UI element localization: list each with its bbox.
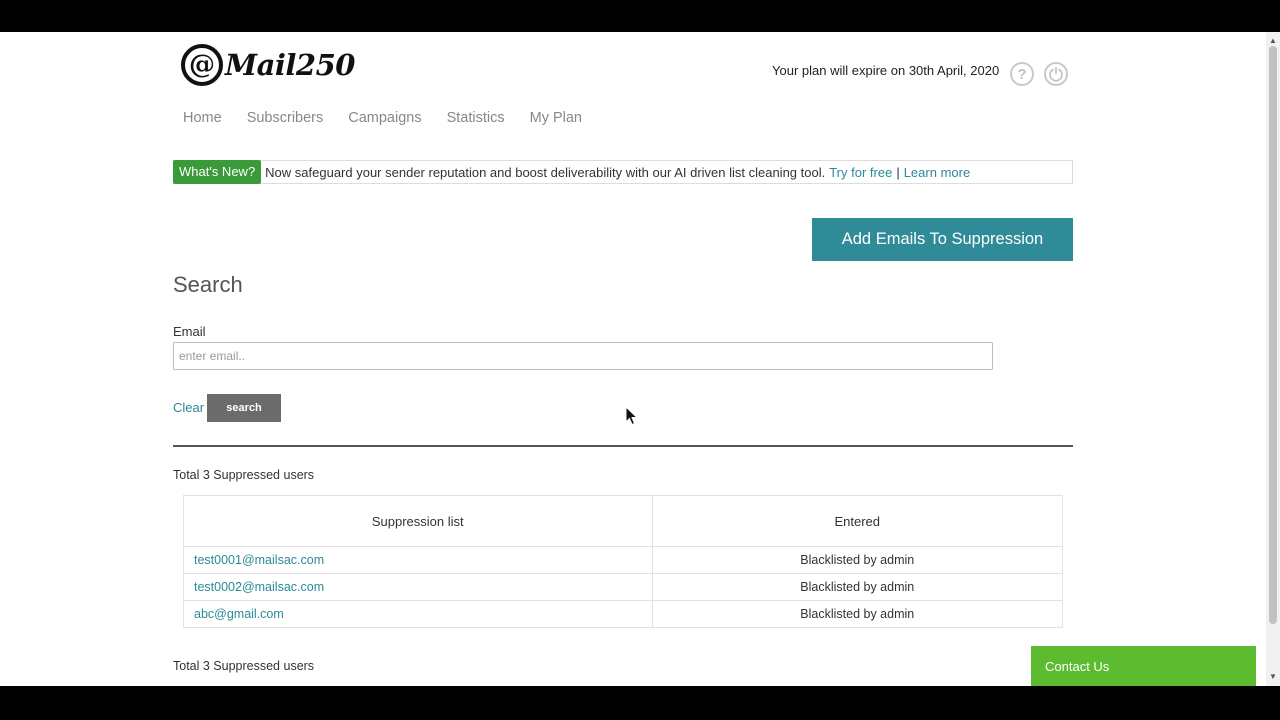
entered-status: Blacklisted by admin [651,600,1064,628]
email-label: Email [173,324,206,339]
total-suppressed-bottom: Total 3 Suppressed users [173,659,315,673]
nav-my-plan[interactable]: My Plan [530,110,582,126]
nav-statistics[interactable]: Statistics [447,110,505,126]
whats-new-badge: What's New? [173,160,262,184]
suppressed-email-link[interactable]: test0001@mailsac.com [183,546,653,574]
mail250-logo[interactable]: @ Mail250 [181,44,355,86]
contact-us-button[interactable]: Contact Us [1031,646,1256,686]
logo-at-symbol: @ [181,44,223,86]
table-row: abc@gmail.com Blacklisted by admin [183,600,1064,628]
entered-status: Blacklisted by admin [651,546,1064,574]
nav-subscribers[interactable]: Subscribers [247,110,324,126]
whats-new-banner: What's New? Now safeguard your sender re… [173,160,1073,184]
col-header-suppression-list[interactable]: Suppression list [183,495,653,547]
main-nav: Home Subscribers Campaigns Statistics My… [183,110,582,126]
help-icon[interactable]: ? [1010,62,1034,86]
add-emails-to-suppression-button[interactable]: Add Emails To Suppression [812,218,1073,261]
total-suppressed-top: Total 3 Suppressed users [173,468,315,482]
news-separator: | [896,164,900,180]
suppressed-email-link[interactable]: test0002@mailsac.com [183,573,653,601]
email-search-input[interactable] [173,342,993,370]
suppressed-email-link[interactable]: abc@gmail.com [183,600,653,628]
scroll-thumb[interactable] [1269,46,1277,624]
browser-viewport: @ Mail250 Your plan will expire on 30th … [0,32,1280,686]
learn-more-link[interactable]: Learn more [904,165,970,180]
nav-campaigns[interactable]: Campaigns [348,110,421,126]
nav-home[interactable]: Home [183,110,222,126]
scroll-down-arrow-icon[interactable]: ▼ [1266,670,1280,684]
table-row: test0002@mailsac.com Blacklisted by admi… [183,573,1064,601]
logo-text: Mail250 [225,48,355,82]
try-for-free-link[interactable]: Try for free [829,165,892,180]
col-header-entered[interactable]: Entered [651,495,1064,547]
power-icon[interactable] [1044,62,1068,86]
plan-expiry-text: Your plan will expire on 30th April, 202… [772,63,1000,78]
whats-new-text: Now safeguard your sender reputation and… [265,164,826,180]
mouse-cursor-icon [625,406,639,426]
clear-link[interactable]: Clear [173,400,204,415]
search-button[interactable]: search [207,394,281,422]
search-title: Search [173,272,243,297]
vertical-scrollbar[interactable]: ▲ ▼ [1266,32,1280,686]
section-divider [173,445,1073,447]
suppression-table: Suppression list Entered test0001@mailsa… [183,495,1064,628]
table-row: test0001@mailsac.com Blacklisted by admi… [183,546,1064,574]
entered-status: Blacklisted by admin [651,573,1064,601]
